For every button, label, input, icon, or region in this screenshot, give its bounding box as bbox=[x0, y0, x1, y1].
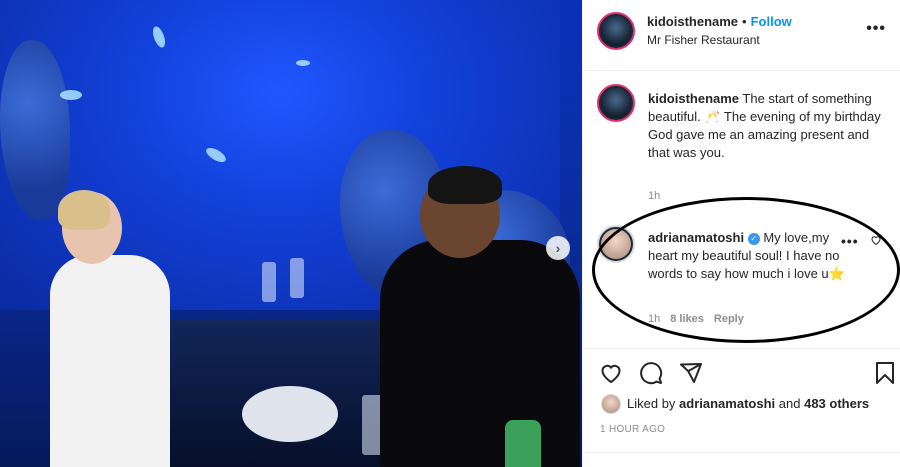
man-hair bbox=[428, 166, 502, 204]
action-bar bbox=[583, 348, 900, 392]
comment-icon[interactable] bbox=[639, 361, 663, 385]
wine-glass bbox=[262, 262, 276, 302]
caption-username[interactable]: kidoisthename bbox=[648, 91, 739, 106]
likes-summary: Liked by adrianamatoshi and 483 others bbox=[583, 392, 900, 418]
caption-text-block: kidoisthename The start of something bea… bbox=[648, 90, 888, 162]
liker-avatar[interactable] bbox=[601, 394, 621, 414]
liker-username[interactable]: adrianamatoshi bbox=[679, 396, 775, 411]
wine-glass bbox=[290, 258, 304, 298]
woman-hair bbox=[58, 190, 110, 230]
post-photo[interactable]: › bbox=[0, 0, 582, 467]
comment-text-block: adrianamatoshi ✓ My love,my heart my bea… bbox=[648, 229, 848, 283]
heart-icon[interactable] bbox=[870, 234, 882, 246]
follow-button[interactable]: Follow bbox=[751, 14, 792, 29]
post-author: kidoisthename • Follow bbox=[647, 14, 792, 29]
next-photo-button[interactable]: › bbox=[546, 236, 570, 260]
plate bbox=[242, 386, 338, 442]
add-comment-area[interactable] bbox=[583, 452, 900, 467]
caption-time: 1h bbox=[648, 190, 661, 202]
comment-username[interactable]: adrianamatoshi bbox=[648, 230, 744, 245]
share-icon[interactable] bbox=[679, 361, 703, 385]
post-header: kidoisthename • Follow Mr Fisher Restauran… bbox=[583, 0, 900, 71]
author-username[interactable]: kidoisthename bbox=[647, 14, 738, 29]
avatar[interactable] bbox=[597, 84, 635, 122]
like-heart-icon[interactable] bbox=[599, 361, 623, 385]
comment-time: 1h bbox=[648, 313, 661, 325]
liked-by-label: Liked by bbox=[627, 396, 676, 411]
location-link[interactable]: Mr Fisher Restaurant bbox=[647, 33, 760, 47]
likes-joiner: and bbox=[778, 396, 801, 411]
fish bbox=[60, 90, 82, 100]
separator-dot: • bbox=[742, 14, 747, 29]
post-side-panel: kidoisthename • Follow Mr Fisher Restauran… bbox=[582, 0, 900, 467]
avatar[interactable] bbox=[597, 12, 635, 50]
others-count[interactable]: 483 others bbox=[804, 396, 869, 411]
avatar[interactable] bbox=[597, 225, 635, 263]
chevron-right-icon: › bbox=[555, 240, 561, 256]
fish bbox=[296, 60, 310, 66]
reply-button[interactable]: Reply bbox=[714, 313, 744, 325]
bookmark-icon[interactable] bbox=[873, 361, 897, 385]
comment-likes[interactable]: 8 likes bbox=[670, 313, 704, 325]
likes-text: Liked by adrianamatoshi and 483 others bbox=[627, 396, 869, 411]
woman-figure bbox=[50, 255, 170, 467]
verified-badge-icon: ✓ bbox=[747, 233, 760, 245]
post-timestamp[interactable]: 1 HOUR AGO bbox=[600, 424, 665, 435]
more-options-icon[interactable]: ••• bbox=[866, 20, 886, 38]
comment-more-icon[interactable]: ••• bbox=[841, 233, 859, 249]
man-figure bbox=[380, 240, 580, 467]
water-bottle bbox=[505, 420, 541, 467]
comment-meta: 1h 8 likes Reply bbox=[648, 313, 744, 325]
